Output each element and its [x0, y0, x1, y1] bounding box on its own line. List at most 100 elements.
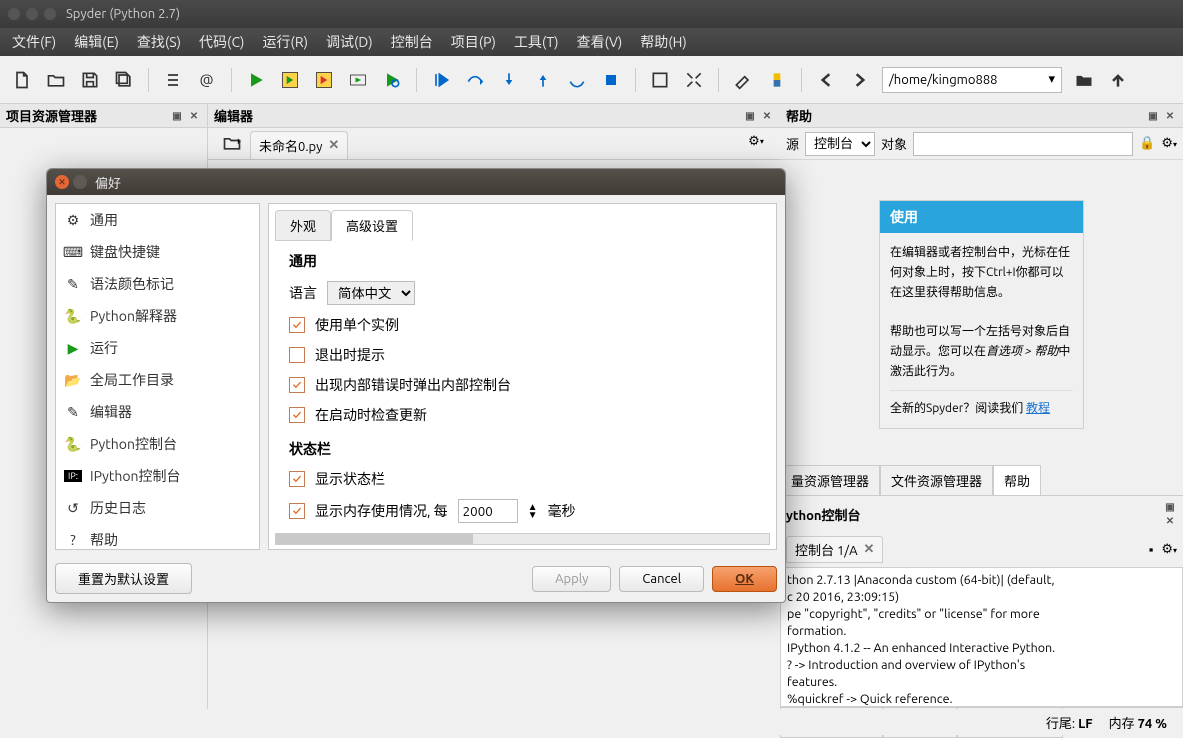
- dock-icon[interactable]: ▣: [1163, 500, 1177, 514]
- cat-python-console[interactable]: 🐍Python控制台: [56, 428, 259, 460]
- window-close-icon[interactable]: [8, 8, 20, 20]
- object-label: 对象: [881, 134, 907, 153]
- browse-tabs-icon[interactable]: [220, 131, 244, 155]
- interrupt-icon[interactable]: ▪: [1149, 542, 1154, 557]
- python-path-icon[interactable]: [765, 68, 789, 92]
- ipython-console-output[interactable]: thon 2.7.13 |Anaconda custom (64-bit)| (…: [780, 567, 1183, 707]
- dock-icon[interactable]: ▣: [170, 109, 184, 123]
- prefs-tab-appearance[interactable]: 外观: [275, 210, 331, 241]
- debug-stop-icon[interactable]: [599, 68, 623, 92]
- tab-file-explorer[interactable]: 文件资源管理器: [880, 465, 993, 495]
- checkbox-show-memory[interactable]: [289, 503, 305, 519]
- run-cell-icon[interactable]: [278, 68, 302, 92]
- working-dir-input[interactable]: /home/kingmo888 ▾: [882, 67, 1062, 93]
- debug-step-into-icon[interactable]: [497, 68, 521, 92]
- checkbox-check-updates[interactable]: [289, 407, 305, 423]
- at-icon[interactable]: @: [195, 68, 219, 92]
- close-tab-icon[interactable]: ✕: [328, 138, 339, 153]
- close-icon[interactable]: ✕: [1163, 514, 1177, 528]
- open-file-icon[interactable]: [44, 68, 68, 92]
- horizontal-scrollbar[interactable]: [275, 533, 770, 545]
- preferences-category-list[interactable]: ⚙通用 ⌨键盘快捷键 ✎语法颜色标记 🐍Python解释器 ▶运行 📂全局工作目…: [55, 203, 260, 550]
- editor-options-icon[interactable]: ⚙▾: [744, 129, 768, 153]
- tutorial-link[interactable]: 教程: [1026, 402, 1050, 415]
- cat-python-interp[interactable]: 🐍Python解释器: [56, 300, 259, 332]
- debug-step-out-icon[interactable]: [531, 68, 555, 92]
- browse-dir-icon[interactable]: [1072, 68, 1096, 92]
- checkbox-popup-console[interactable]: [289, 377, 305, 393]
- preferences-icon[interactable]: [731, 68, 755, 92]
- memory-interval-input[interactable]: [458, 499, 518, 523]
- help-banner-text2: 帮助也可以写一个左括号对象后自动显示。您可以在首选项 > 帮助中激活此行为。: [890, 322, 1073, 381]
- cat-editor[interactable]: ✎编辑器: [56, 396, 259, 428]
- run-icon[interactable]: [244, 68, 268, 92]
- cancel-button[interactable]: Cancel: [619, 566, 704, 592]
- source-select[interactable]: 控制台: [805, 132, 875, 156]
- language-select[interactable]: 简体中文: [327, 281, 415, 305]
- object-input[interactable]: [913, 132, 1133, 156]
- save-icon[interactable]: [78, 68, 102, 92]
- console-tab[interactable]: 控制台 1/A ✕: [786, 536, 883, 563]
- menu-run[interactable]: 运行(R): [262, 32, 308, 52]
- run-cell-next-icon[interactable]: [312, 68, 336, 92]
- close-icon[interactable]: ✕: [760, 109, 774, 123]
- debug-return-icon[interactable]: [565, 68, 589, 92]
- menu-help[interactable]: 帮助(H): [640, 32, 687, 52]
- svg-text:@: @: [200, 71, 214, 88]
- debug-icon[interactable]: [380, 68, 404, 92]
- cat-syntax[interactable]: ✎语法颜色标记: [56, 268, 259, 300]
- window-maximize-icon[interactable]: [44, 8, 56, 20]
- dock-icon[interactable]: ▣: [1146, 109, 1160, 123]
- close-icon[interactable]: ✕: [187, 109, 201, 123]
- debug-continue-icon[interactable]: [429, 68, 453, 92]
- reset-defaults-button[interactable]: 重置为默认设置: [55, 563, 192, 594]
- debug-step-over-icon[interactable]: [463, 68, 487, 92]
- window-titlebar: Spyder (Python 2.7): [0, 0, 1183, 28]
- window-minimize-icon[interactable]: [26, 8, 38, 20]
- checkbox-show-status[interactable]: [289, 471, 305, 487]
- menu-file[interactable]: 文件(F): [12, 32, 56, 52]
- close-icon[interactable]: ✕: [1163, 109, 1177, 123]
- run-selection-icon[interactable]: [346, 68, 370, 92]
- cat-shortcuts[interactable]: ⌨键盘快捷键: [56, 236, 259, 268]
- close-tab-icon[interactable]: ✕: [864, 542, 875, 557]
- gear-icon[interactable]: ⚙▾: [1161, 136, 1177, 151]
- dock-icon[interactable]: ▣: [743, 109, 757, 123]
- cat-general[interactable]: ⚙通用: [56, 204, 259, 236]
- menu-projects[interactable]: 项目(P): [451, 32, 496, 52]
- label-exit-prompt: 退出时提示: [315, 345, 385, 365]
- fullscreen-icon[interactable]: [682, 68, 706, 92]
- forward-icon[interactable]: [848, 68, 872, 92]
- checkbox-single-instance[interactable]: [289, 317, 305, 333]
- cat-help[interactable]: ?帮助: [56, 524, 259, 550]
- parent-dir-icon[interactable]: [1106, 68, 1130, 92]
- menu-tools[interactable]: 工具(T): [514, 32, 559, 52]
- maximize-pane-icon[interactable]: [648, 68, 672, 92]
- checkbox-exit-prompt[interactable]: [289, 347, 305, 363]
- menu-edit[interactable]: 编辑(E): [74, 32, 119, 52]
- new-file-icon[interactable]: [10, 68, 34, 92]
- dialog-close-icon[interactable]: ✕: [55, 175, 69, 189]
- back-icon[interactable]: [814, 68, 838, 92]
- lock-icon[interactable]: 🔒: [1139, 136, 1155, 151]
- dialog-maximize-icon[interactable]: [73, 175, 87, 189]
- menu-debug[interactable]: 调试(D): [326, 32, 373, 52]
- cat-history[interactable]: ↺历史日志: [56, 492, 259, 524]
- menu-view[interactable]: 查看(V): [577, 32, 623, 52]
- file-tab[interactable]: 未命名0.py ✕: [250, 131, 348, 159]
- menu-console[interactable]: 控制台: [391, 32, 433, 52]
- tab-variable-explorer[interactable]: 量资源管理器: [780, 465, 880, 495]
- tab-help[interactable]: 帮助: [993, 465, 1041, 495]
- gear-icon[interactable]: ⚙▾: [1161, 542, 1177, 557]
- save-all-icon[interactable]: [112, 68, 136, 92]
- ok-button[interactable]: OK: [712, 566, 777, 592]
- cat-run[interactable]: ▶运行: [56, 332, 259, 364]
- cat-ipython-console[interactable]: IP:IPython控制台: [56, 460, 259, 492]
- cat-workdir[interactable]: 📂全局工作目录: [56, 364, 259, 396]
- prefs-tab-advanced[interactable]: 高级设置: [331, 210, 413, 241]
- menu-code[interactable]: 代码(C): [199, 32, 244, 52]
- eol-label: 行尾:: [1046, 717, 1075, 731]
- outline-icon[interactable]: [161, 68, 185, 92]
- menu-search[interactable]: 查找(S): [137, 32, 181, 52]
- apply-button[interactable]: Apply: [532, 566, 611, 592]
